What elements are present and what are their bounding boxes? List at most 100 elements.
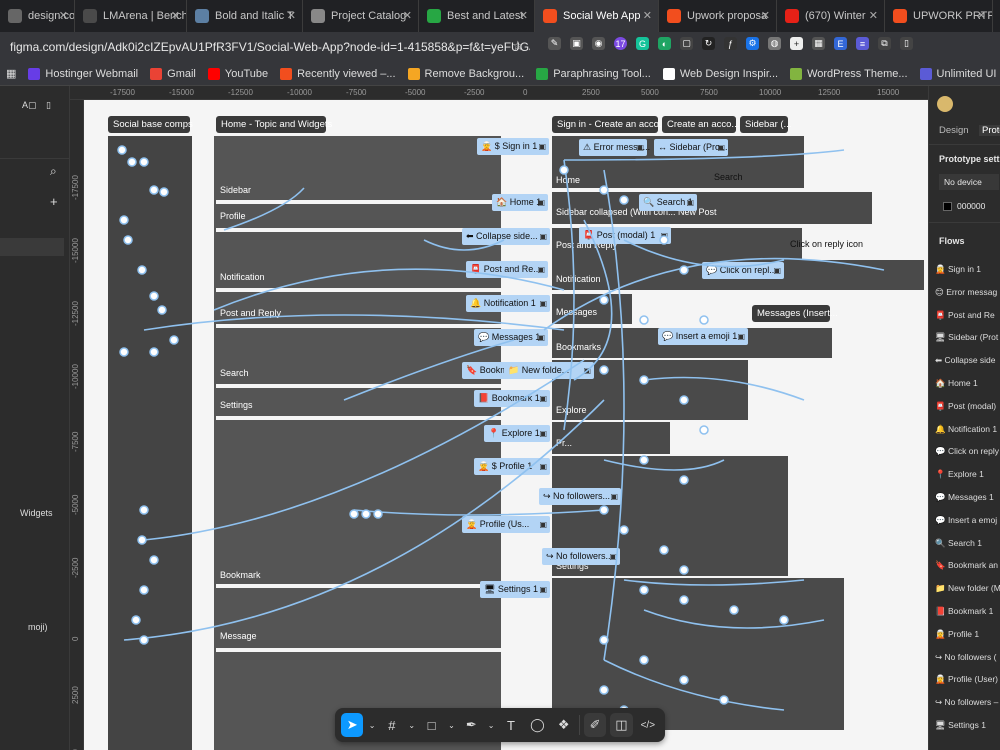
flow-list-item[interactable]: 📮 Post (modal) <box>935 401 996 412</box>
close-tab-icon[interactable]: ✕ <box>977 9 986 22</box>
bg-color-swatch[interactable] <box>943 202 952 211</box>
connection-node[interactable] <box>679 475 689 485</box>
pen-extension-icon[interactable]: ✎ <box>548 37 561 50</box>
connection-node[interactable] <box>679 595 689 605</box>
tab-design[interactable]: Design <box>939 125 969 136</box>
browser-tab[interactable]: Best and Latest ✕ <box>419 0 535 32</box>
text-style-icon[interactable]: A▢ <box>22 100 37 111</box>
pen-tool-icon[interactable]: ✒ <box>460 713 482 737</box>
connection-line[interactable] <box>563 149 845 161</box>
camera-extension-icon[interactable]: ◉ <box>592 37 605 50</box>
connection-node[interactable] <box>639 455 649 465</box>
connection-node[interactable] <box>137 535 147 545</box>
connection-node[interactable] <box>699 425 709 435</box>
connection-node[interactable] <box>599 365 609 375</box>
connection-node[interactable] <box>719 695 729 705</box>
flow-list-item[interactable]: 📕 Bookmark 1 <box>935 606 993 617</box>
shape-tool-icon[interactable]: □ <box>420 713 442 737</box>
bookmark-item[interactable]: Hostinger Webmail <box>28 67 138 80</box>
components-icon[interactable]: ❖ <box>553 713 575 737</box>
connection-node[interactable] <box>599 185 609 195</box>
chevron-down-icon[interactable]: ⌄ <box>486 713 495 737</box>
selected-page-row[interactable] <box>0 238 64 256</box>
connection-line[interactable] <box>623 239 785 268</box>
add-extension-icon[interactable]: + <box>790 37 803 50</box>
flow-list-item[interactable]: 🔖 Bookmark an <box>935 560 998 571</box>
connection-node[interactable] <box>659 545 669 555</box>
panel-toggle-icon[interactable]: ▯ <box>46 100 51 111</box>
device-select[interactable]: No device <box>939 174 999 190</box>
connection-node[interactable] <box>137 265 147 275</box>
connection-line[interactable] <box>123 399 605 641</box>
connection-node[interactable] <box>157 305 167 315</box>
flow-list-item[interactable]: 🖥 Settings 1 <box>935 720 986 731</box>
flow-list-item[interactable]: ⬅ Collapse side <box>935 355 996 366</box>
connection-node[interactable] <box>361 509 371 519</box>
flow-list-item[interactable]: 🧝 Sign in 1 <box>935 264 981 275</box>
chevron-down-icon[interactable]: ⌄ <box>447 713 456 737</box>
design-mode-icon[interactable]: ◫ <box>610 713 633 737</box>
connection-node[interactable] <box>149 347 159 357</box>
connection-line[interactable] <box>343 339 515 401</box>
connection-node[interactable] <box>599 295 609 305</box>
layer-label-widgets[interactable]: Widgets <box>20 508 53 518</box>
connection-node[interactable] <box>619 195 629 205</box>
bg-color-value[interactable]: 000000 <box>957 201 985 211</box>
box-extension-icon[interactable]: ▢ <box>680 37 693 50</box>
connection-node[interactable] <box>119 347 129 357</box>
browser-tab[interactable]: Upwork proposa ✕ <box>659 0 777 32</box>
bookmark-item[interactable]: Paraphrasing Tool... <box>536 67 651 80</box>
user-avatar[interactable] <box>937 96 953 112</box>
connection-node[interactable] <box>349 509 359 519</box>
browser-tab[interactable]: design.com✕ <box>0 0 75 32</box>
flow-list-item[interactable]: 🧝 Profile (User) <box>935 674 998 685</box>
connection-line[interactable] <box>543 257 885 331</box>
connection-node[interactable] <box>169 335 179 345</box>
connection-line[interactable] <box>643 376 805 401</box>
bookmark-item[interactable]: WordPress Theme... <box>790 67 908 80</box>
comment-tool-icon[interactable]: ◯ <box>526 713 548 737</box>
connection-node[interactable] <box>729 605 739 615</box>
connection-node[interactable] <box>131 615 141 625</box>
connection-line[interactable] <box>213 268 565 311</box>
close-tab-icon[interactable]: ✕ <box>869 9 878 22</box>
settings-extension-icon[interactable]: ⚙ <box>746 37 759 50</box>
figma-canvas[interactable]: Social base comps Home - Topic and Widget… <box>84 100 928 750</box>
connection-node[interactable] <box>149 185 159 195</box>
connection-node[interactable] <box>659 235 669 245</box>
connection-line[interactable] <box>423 239 505 251</box>
connection-node[interactable] <box>679 565 689 575</box>
bookmark-item[interactable]: Gmail <box>150 67 196 80</box>
bookmark-item[interactable]: YouTube <box>207 67 268 80</box>
browser-tab[interactable]: Bold and Italic T ✕ <box>187 0 303 32</box>
connection-node[interactable] <box>639 655 649 665</box>
flow-list-item[interactable]: 🔔 Notification 1 <box>935 424 997 435</box>
list-extension-icon[interactable]: ≡ <box>856 37 869 50</box>
browser-tab[interactable]: LMArena | Bench ✕ <box>75 0 187 32</box>
chevron-down-icon[interactable]: ⌄ <box>407 713 416 737</box>
bookmark-star-icon[interactable]: ☆ <box>512 38 524 54</box>
flow-list-item[interactable]: 📍 Explore 1 <box>935 469 984 480</box>
draw-mode-icon[interactable]: ✐ <box>583 713 607 737</box>
connection-node[interactable] <box>679 675 689 685</box>
browser-tab[interactable]: UPWORK PRTFC✕ <box>885 0 993 32</box>
connection-node[interactable] <box>139 505 149 515</box>
connection-node[interactable] <box>159 187 169 197</box>
connection-node[interactable] <box>599 505 609 515</box>
globe-extension-icon[interactable]: ◍ <box>768 37 781 50</box>
connection-node[interactable] <box>639 315 649 325</box>
puzzle-extension-icon[interactable]: ⧉ <box>878 37 891 50</box>
connection-line[interactable] <box>603 169 625 661</box>
flow-list-item[interactable]: 💬 Click on reply <box>935 446 999 457</box>
tab-prototype[interactable]: Proto <box>979 125 1000 136</box>
search-icon[interactable]: ⌕ <box>50 164 57 179</box>
flow-list-item[interactable]: 🖥 Sidebar (Prot <box>935 332 998 343</box>
connection-node[interactable] <box>559 165 569 175</box>
flow-list-item[interactable]: 💬 Messages 1 <box>935 492 994 503</box>
connection-node[interactable] <box>149 555 159 565</box>
flow-list-item[interactable]: 🔍 Search 1 <box>935 538 982 549</box>
close-tab-icon[interactable]: ✕ <box>643 9 652 22</box>
connection-node[interactable] <box>639 375 649 385</box>
connection-node[interactable] <box>639 585 649 595</box>
url-field[interactable]: figma.com/design/Adk0i2cIZEpvAU1PfR3FV1/… <box>10 37 530 57</box>
